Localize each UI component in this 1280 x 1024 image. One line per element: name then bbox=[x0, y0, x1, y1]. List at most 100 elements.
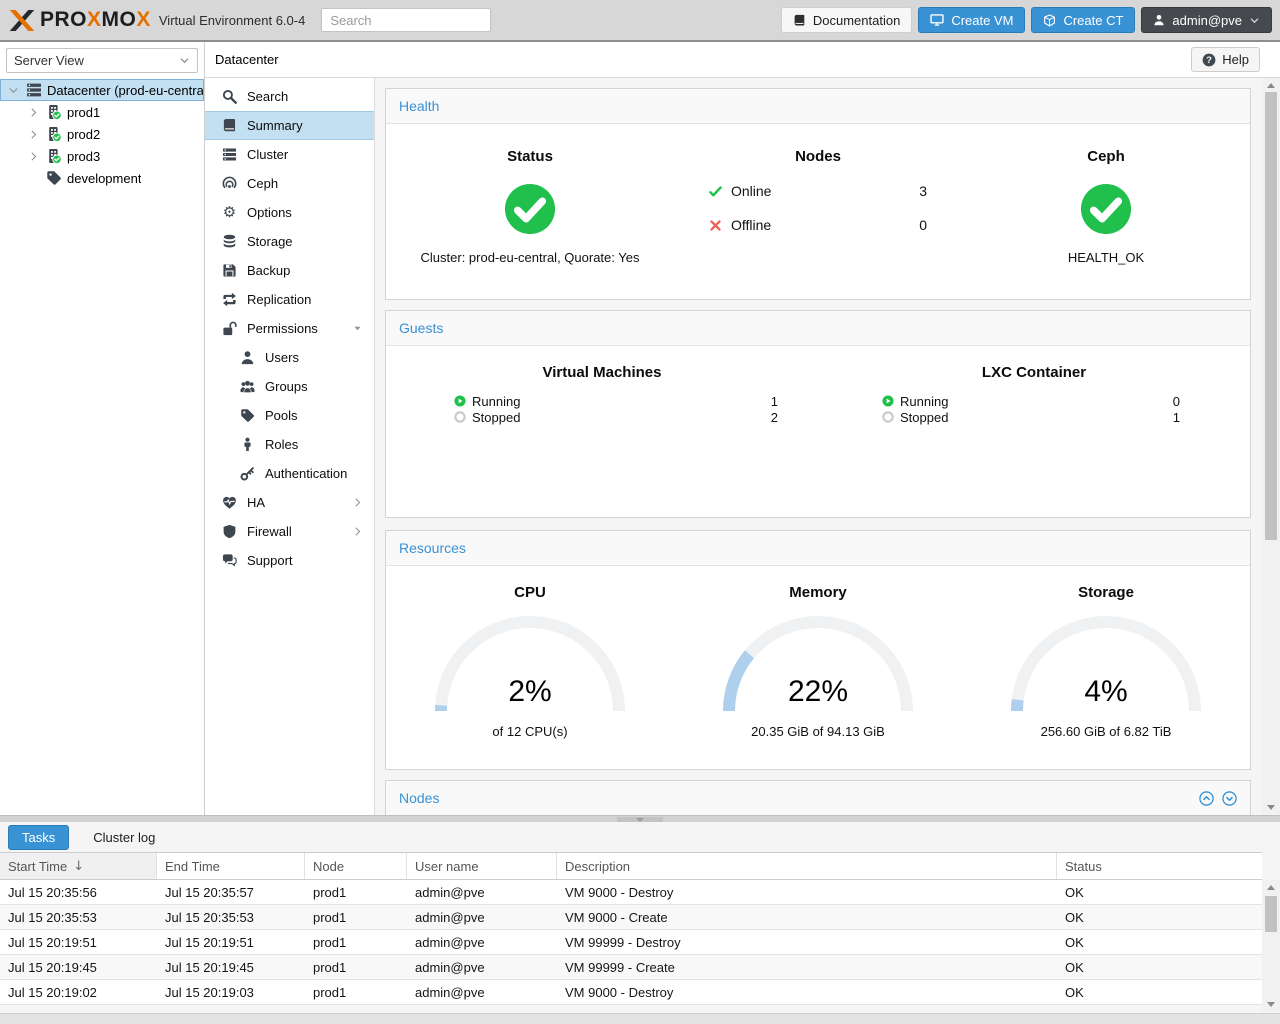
chevron-right-icon[interactable] bbox=[28, 129, 39, 140]
tree-item-prod1[interactable]: prod1 bbox=[0, 101, 204, 123]
nav-item-users[interactable]: Users bbox=[205, 343, 374, 372]
main-scrollbar[interactable] bbox=[1262, 78, 1280, 815]
nav-item-pools[interactable]: Pools bbox=[205, 401, 374, 430]
chevron-down-icon[interactable] bbox=[8, 85, 19, 96]
nav-item-ha[interactable]: HA bbox=[205, 488, 374, 517]
resources-panel: Resources CPU 2% of 12 CPU(s) Memory bbox=[385, 530, 1251, 770]
nav-label: Groups bbox=[265, 379, 308, 394]
lxc-heading: LXC Container bbox=[818, 364, 1250, 381]
panel-splitter[interactable] bbox=[0, 815, 1280, 822]
scroll-up-arrow[interactable] bbox=[1267, 885, 1275, 890]
task-log-panel: Tasks Cluster log Start Time ↓ End Time N… bbox=[0, 822, 1280, 1024]
nav-item-permissions[interactable]: Permissions bbox=[205, 314, 374, 343]
users-icon bbox=[240, 379, 255, 394]
column-start-time[interactable]: Start Time ↓ bbox=[0, 853, 157, 879]
resource-tree-sidebar: Server View Datacenter (prod-eu-central)… bbox=[0, 42, 205, 815]
nav-item-support[interactable]: Support bbox=[205, 546, 374, 575]
nav-item-search[interactable]: Search bbox=[205, 82, 374, 111]
nav-item-storage[interactable]: Storage bbox=[205, 227, 374, 256]
column-user-name[interactable]: User name bbox=[407, 853, 557, 879]
nav-item-roles[interactable]: Roles bbox=[205, 430, 374, 459]
nav-item-cluster[interactable]: Cluster bbox=[205, 140, 374, 169]
cell-description: VM 9000 - Destroy bbox=[557, 885, 1057, 900]
svg-text:?: ? bbox=[1206, 55, 1212, 65]
cell-user: admin@pve bbox=[407, 935, 557, 950]
nav-item-options[interactable]: ⚙ Options bbox=[205, 198, 374, 227]
floppy-icon bbox=[222, 263, 237, 278]
book-icon bbox=[793, 14, 806, 27]
scrollbar-thumb[interactable] bbox=[1265, 896, 1277, 932]
cell-start-time: Jul 15 20:19:51 bbox=[0, 935, 157, 950]
scroll-up-arrow[interactable] bbox=[1267, 83, 1275, 88]
table-row[interactable]: Jul 15 20:19:51 Jul 15 20:19:51 prod1 ad… bbox=[0, 930, 1262, 955]
table-row[interactable]: Jul 15 20:19:45 Jul 15 20:19:45 prod1 ad… bbox=[0, 955, 1262, 980]
chevron-right-icon[interactable] bbox=[28, 107, 39, 118]
stopped-label: Stopped bbox=[472, 410, 520, 425]
tab-cluster-log[interactable]: Cluster log bbox=[89, 826, 159, 849]
lxc-column: LXC Container Running 0 Stopped 1 bbox=[818, 364, 1250, 425]
nodes-panel: Nodes bbox=[385, 780, 1251, 815]
tab-tasks[interactable]: Tasks bbox=[8, 825, 69, 850]
table-row[interactable]: Jul 15 20:19:02 Jul 15 20:19:03 prod1 ad… bbox=[0, 980, 1262, 1005]
global-search-input[interactable] bbox=[321, 8, 491, 32]
gauge-sublabel: of 12 CPU(s) bbox=[386, 724, 674, 739]
cross-icon bbox=[709, 219, 722, 232]
chevron-right-icon[interactable] bbox=[28, 151, 39, 162]
nav-item-summary[interactable]: Summary bbox=[205, 111, 374, 140]
tree-item-development[interactable]: development bbox=[0, 167, 204, 189]
create-vm-button[interactable]: Create VM bbox=[918, 7, 1025, 33]
chevron-right-icon[interactable] bbox=[352, 497, 363, 508]
task-scrollbar[interactable] bbox=[1262, 880, 1280, 1012]
check-icon bbox=[709, 185, 722, 198]
documentation-button[interactable]: Documentation bbox=[781, 7, 912, 33]
nav-item-groups[interactable]: Groups bbox=[205, 372, 374, 401]
proxmox-logo: PROXMOX bbox=[8, 8, 151, 33]
nav-item-firewall[interactable]: Firewall bbox=[205, 517, 374, 546]
vm-running-row: Running 1 bbox=[454, 393, 778, 409]
view-selector[interactable]: Server View bbox=[6, 48, 198, 73]
caret-down-icon[interactable] bbox=[352, 323, 363, 334]
nav-label: Authentication bbox=[265, 466, 347, 481]
help-button[interactable]: ? Help bbox=[1191, 47, 1260, 72]
nav-item-ceph[interactable]: Ceph bbox=[205, 169, 374, 198]
storage-gauge: 4% bbox=[1011, 615, 1201, 711]
nav-label: Users bbox=[265, 350, 299, 365]
datacenter-nav: Search Summary Cluster Ceph ⚙ Options St… bbox=[205, 78, 375, 815]
help-label: Help bbox=[1222, 52, 1249, 67]
column-node[interactable]: Node bbox=[305, 853, 407, 879]
tree-item-prod3[interactable]: prod3 bbox=[0, 145, 204, 167]
nav-label: HA bbox=[247, 495, 265, 510]
gauge-value: 4% bbox=[1011, 675, 1201, 709]
health-ceph-column: Ceph HEALTH_OK bbox=[962, 148, 1250, 265]
cube-icon bbox=[1043, 14, 1056, 27]
column-label: Start Time bbox=[8, 859, 67, 874]
nav-item-backup[interactable]: Backup bbox=[205, 256, 374, 285]
table-row[interactable]: Jul 15 20:35:56 Jul 15 20:35:57 prod1 ad… bbox=[0, 880, 1262, 905]
gauge-sublabel: 256.60 GiB of 6.82 TiB bbox=[962, 724, 1250, 739]
scrollbar-thumb[interactable] bbox=[1265, 92, 1277, 540]
scroll-down-arrow[interactable] bbox=[1267, 1002, 1275, 1007]
create-ct-button[interactable]: Create CT bbox=[1031, 7, 1135, 33]
sort-desc-icon: ↓ bbox=[73, 859, 84, 874]
table-row[interactable]: Jul 15 20:35:53 Jul 15 20:35:53 prod1 ad… bbox=[0, 905, 1262, 930]
column-status[interactable]: Status bbox=[1057, 853, 1262, 879]
circle-chevron-down-icon[interactable] bbox=[1222, 791, 1237, 806]
offline-value: 0 bbox=[919, 217, 927, 233]
horizontal-scroll-track[interactable] bbox=[0, 1013, 1280, 1024]
column-end-time[interactable]: End Time bbox=[157, 853, 305, 879]
comments-icon bbox=[222, 553, 237, 568]
proxmox-x-icon bbox=[8, 8, 36, 33]
tree-item-prod2[interactable]: prod2 bbox=[0, 123, 204, 145]
chevron-right-icon[interactable] bbox=[352, 526, 363, 537]
scroll-down-arrow[interactable] bbox=[1267, 805, 1275, 810]
vm-stopped-value: 2 bbox=[771, 410, 778, 425]
user-menu-button[interactable]: admin@pve bbox=[1141, 7, 1272, 33]
gauge-title: Storage bbox=[962, 584, 1250, 601]
circle-chevron-up-icon[interactable] bbox=[1199, 791, 1214, 806]
nav-item-replication[interactable]: Replication bbox=[205, 285, 374, 314]
guests-panel: Guests Virtual Machines Running 1 Stoppe… bbox=[385, 310, 1251, 518]
column-description[interactable]: Description bbox=[557, 853, 1057, 879]
tree-item-datacenter[interactable]: Datacenter (prod-eu-central) bbox=[0, 79, 204, 101]
nav-item-authentication[interactable]: Authentication bbox=[205, 459, 374, 488]
datacenter-icon bbox=[26, 82, 42, 98]
